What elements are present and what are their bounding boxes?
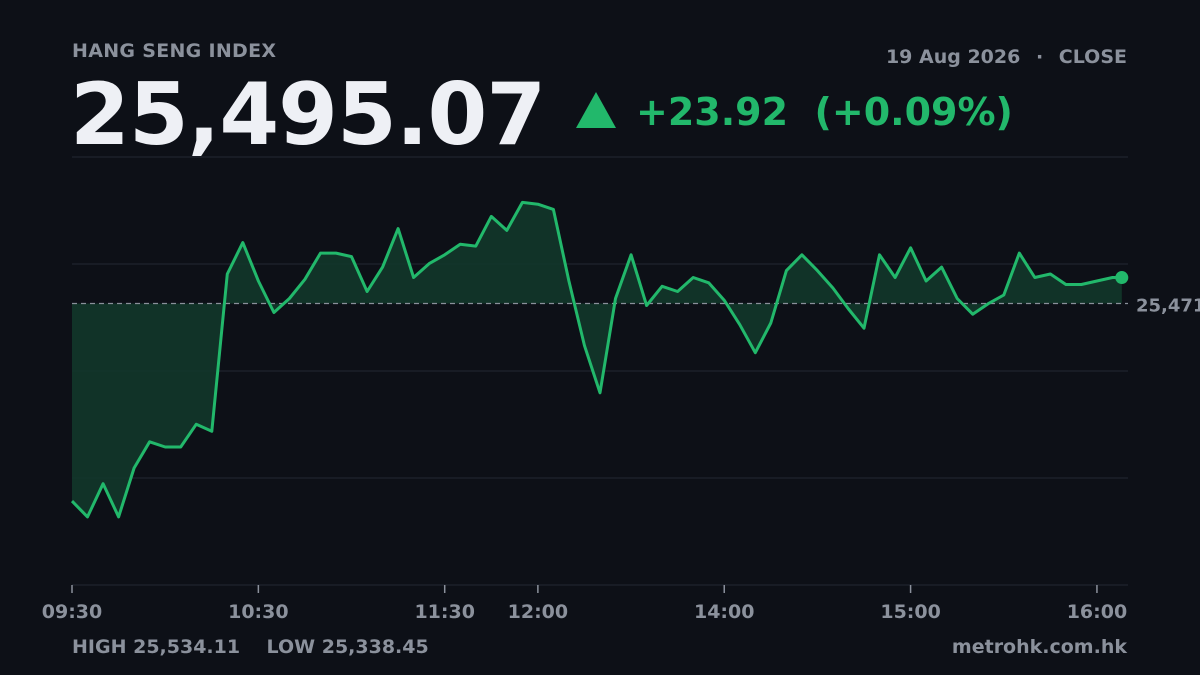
x-tick-label: 09:30 xyxy=(42,601,102,623)
x-axis: 09:30 10:30 11:30 12:00 14:00 15:00 16:00 xyxy=(42,584,1128,623)
high-value: 25,534.11 xyxy=(133,636,241,658)
price-area-fill xyxy=(72,202,1122,517)
day-range: HIGH 25,534.11 LOW 25,338.45 xyxy=(72,636,429,658)
high-label: HIGH xyxy=(72,636,127,658)
x-tick-label: 10:30 xyxy=(228,601,288,623)
last-price-point xyxy=(1115,271,1129,285)
x-tick-label: 15:00 xyxy=(880,601,940,623)
x-tick-label: 16:00 xyxy=(1067,601,1127,623)
low-value: 25,338.45 xyxy=(321,636,429,658)
x-tick-label: 14:00 xyxy=(694,601,754,623)
x-tick-label: 11:30 xyxy=(414,601,474,623)
price-points xyxy=(1115,271,1129,285)
source-label: metrohk.com.hk xyxy=(951,636,1127,658)
previous-close-label: 25,471.15 xyxy=(1136,295,1200,316)
low-label: LOW xyxy=(266,636,316,658)
x-tick-label: 12:00 xyxy=(508,601,568,623)
price-chart: 25,471.15 09:30 10:30 11:30 12:00 14:00 15:00… xyxy=(42,156,1200,623)
